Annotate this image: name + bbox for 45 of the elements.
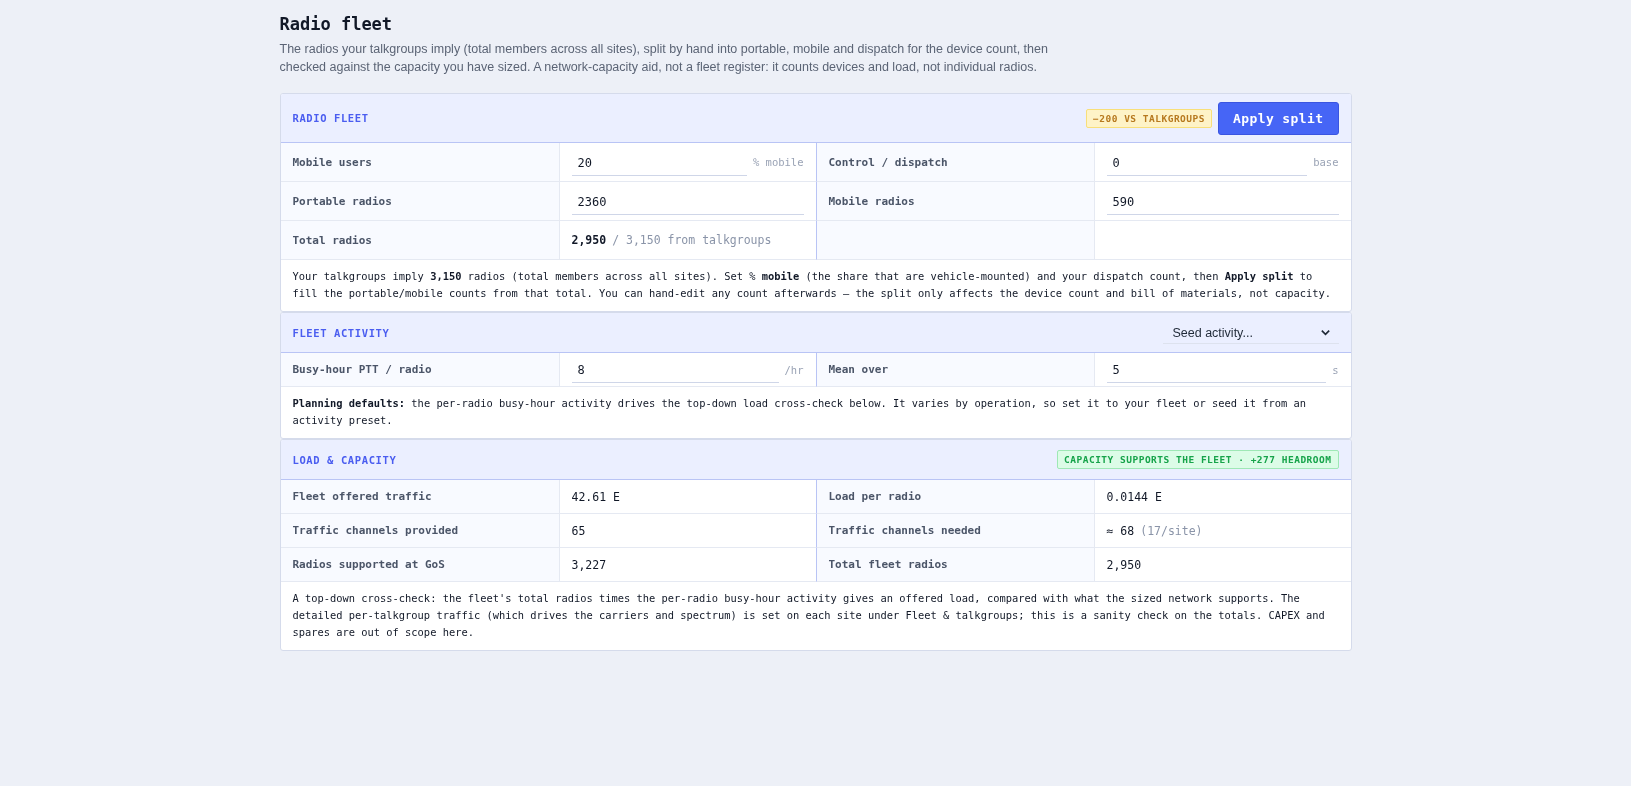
input-field[interactable]: 2360 [571, 187, 804, 215]
value-note: (17/site) [1140, 523, 1203, 538]
field-value: ≈ 68 [1106, 523, 1135, 538]
field-label: Control / dispatch [828, 155, 948, 169]
section-note: Your talkgroups imply 3,150 radios (total members across all sites). Set % mobile (the share that are vehicle-mounted) and your dispatch count, then Apply split to fill the portable/mobile counts from that total. You can hand-edit any count afterwards — the split only affects the device count and bill of materials, not capacity. [291, 269, 1332, 301]
field-label: Total fleet radios [828, 558, 948, 571]
field-value: 3,227 [571, 557, 607, 572]
chevron-down-icon [1319, 327, 1331, 338]
field-label: Load per radio [828, 490, 922, 503]
field-label: Portable radios [292, 194, 392, 208]
unit-label: base [1313, 156, 1339, 168]
section-title: FLEET ACTIVITY [292, 326, 390, 339]
input-field[interactable]: 590 [1106, 187, 1339, 215]
section-title: RADIO FLEET [292, 112, 369, 124]
section-title: LOAD & CAPACITY [292, 453, 397, 466]
page-description: The radios your talkgroups imply (total members across all sites), split by hand into portable, mobile and dispatch for the device count, then checked against the capacity you have sized. A network-capacity aid, not a fleet register: it counts devices and load, not individual radios. [279, 41, 1049, 76]
apply-split-button[interactable]: Apply split [1218, 101, 1339, 135]
unit-label: % mobile [752, 156, 804, 168]
activity-dropdown[interactable]: Seed activity... [1162, 321, 1339, 344]
field-value: 0.0144 E [1106, 489, 1162, 504]
field-label: Radios supported at GoS [292, 558, 445, 571]
field-label: Traffic channels provided [292, 524, 459, 537]
value-note: / 3,150 from talkgroups [612, 233, 772, 247]
field-label: Fleet offered traffic [292, 490, 432, 503]
field-label: Busy-hour PTT / radio [292, 363, 432, 376]
field-value: 42.61 E [571, 489, 620, 504]
unit-label: s [1332, 363, 1339, 376]
unit-label: /hr [784, 363, 804, 376]
field-label: Mobile radios [828, 194, 915, 208]
field-value: 2,950 [571, 233, 607, 247]
section-note: A top-down cross-check: the fleet's total radios times the per-radio busy-hour activity gives an offered load, compared with what the sized network supports. The detailed per-talkgroup traffic (which drives the carriers and spectrum) is set on each site under Fleet & talkgroups; this is a sanity check on the totals. CAPEX and spares are out of scope here. [291, 591, 1326, 640]
status-badge: CAPACITY SUPPORTS THE FLEET · +277 HEADROOM [1057, 450, 1339, 469]
field-label: Traffic channels needed [828, 524, 981, 537]
input-field[interactable]: 0 [1106, 148, 1308, 176]
field-label: Mobile users [292, 155, 372, 169]
section-note: Planning defaults: the per-radio busy-hour activity drives the top-down load cross-check below. It varies by operation, so set it to your fleet or seed it from an activity preset. [291, 396, 1307, 428]
input-field[interactable]: 8 [571, 356, 779, 383]
field-value: 65 [571, 523, 586, 538]
page-title: Radio fleet [279, 14, 394, 34]
input-field[interactable]: 5 [1106, 356, 1327, 383]
status-badge: −200 VS TALKGROUPS [1086, 108, 1212, 128]
field-label: Mean over [828, 363, 889, 376]
field-label: Total radios [292, 233, 372, 247]
input-field[interactable]: 20 [571, 148, 747, 176]
field-value: 2,950 [1106, 557, 1142, 572]
